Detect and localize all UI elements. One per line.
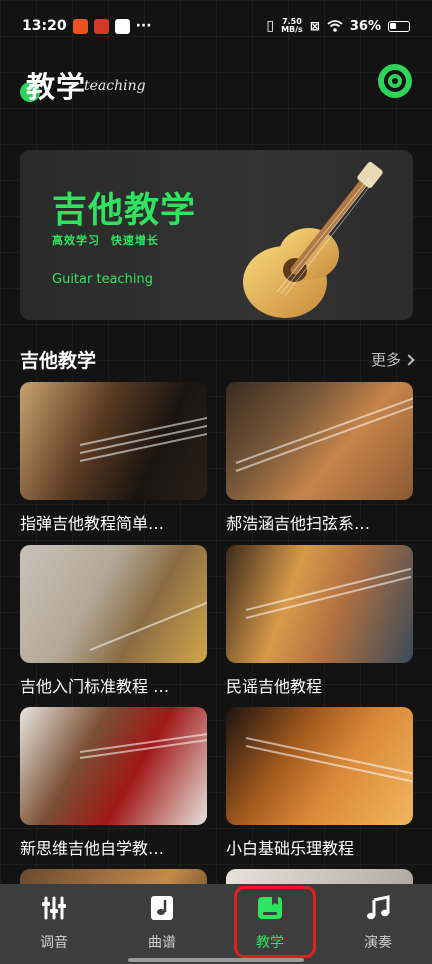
hero-banner[interactable]: 吉他教学 高效学习 快速增长 Guitar teaching [20, 150, 413, 320]
nav-label: 曲谱 [148, 935, 176, 951]
music-note-icon [367, 895, 390, 920]
course-thumbnail [20, 382, 207, 500]
notification-app-icon [72, 18, 88, 34]
page-subtitle: teaching [84, 78, 146, 94]
chevron-right-icon [403, 353, 415, 366]
nav-item-sheet-music[interactable]: 曲谱 [108, 884, 216, 964]
course-card[interactable]: 新思维吉他自学教… [20, 707, 207, 859]
tuner-sliders-icon [42, 896, 66, 920]
sheet-music-icon [151, 896, 173, 920]
notification-app-icon [114, 18, 130, 34]
record-button[interactable] [378, 64, 412, 98]
course-card[interactable]: 小白基础乐理教程 [226, 707, 413, 859]
nav-label: 演奏 [364, 935, 392, 951]
course-thumbnail [226, 545, 413, 663]
nav-label: 教学 [256, 935, 284, 951]
no-sim-icon: ⊠ [309, 19, 320, 33]
nav-label: 调音 [40, 935, 68, 951]
course-card[interactable]: 指弹吉他教程简单… [20, 382, 207, 534]
nav-item-perform[interactable]: 演奏 [324, 884, 432, 964]
course-thumbnail [20, 545, 207, 663]
bottom-navigation: 调音 曲谱 教学 演奏 [0, 884, 432, 964]
home-indicator[interactable] [128, 958, 304, 962]
battery-percent: 36% [349, 18, 381, 34]
course-card[interactable]: 郝浩涵吉他扫弦系… [226, 382, 413, 534]
banner-subtitle: Guitar teaching [52, 272, 154, 287]
teaching-book-icon [258, 897, 282, 919]
section-title: 吉他教学 [20, 350, 97, 372]
banner-tags: 高效学习 快速增长 [52, 234, 159, 247]
banner-title: 吉他教学 [52, 191, 197, 231]
course-thumbnail [226, 382, 413, 500]
course-title: 指弹吉他教程简单… [20, 514, 165, 533]
page-header: 教学 teaching [0, 60, 432, 104]
section-header: 吉他教学 更多 [20, 346, 415, 374]
vibrate-icon: ▯ [266, 18, 275, 34]
course-card[interactable]: 民谣吉他教程 [226, 545, 413, 697]
course-title: 新思维吉他自学教… [20, 839, 165, 858]
wifi-icon [327, 20, 343, 32]
course-title: 吉他入门标准教程 … [20, 677, 170, 696]
guitar-illustration [243, 162, 383, 318]
nav-item-tuner[interactable]: 调音 [0, 884, 108, 964]
more-link[interactable]: 更多 [371, 349, 415, 370]
course-card[interactable]: 吉他入门标准教程 … [20, 545, 207, 697]
status-time: 13:20 [22, 18, 67, 34]
course-thumbnail [226, 707, 413, 825]
battery-icon [388, 20, 410, 32]
status-bar: 13:20 ··· ▯ 7.50 MB/s ⊠ 36% [0, 0, 432, 52]
network-speed: 7.50 MB/s [281, 17, 303, 34]
course-thumbnail [20, 707, 207, 825]
more-notifications-icon: ··· [135, 18, 152, 34]
notification-app-icon [93, 18, 109, 34]
course-title: 小白基础乐理教程 [226, 839, 355, 858]
record-icon [384, 70, 406, 92]
course-title: 民谣吉他教程 [226, 677, 323, 696]
course-title: 郝浩涵吉他扫弦系… [226, 514, 371, 533]
nav-item-teaching[interactable]: 教学 [216, 884, 324, 964]
page-title: 教学 [26, 70, 87, 104]
